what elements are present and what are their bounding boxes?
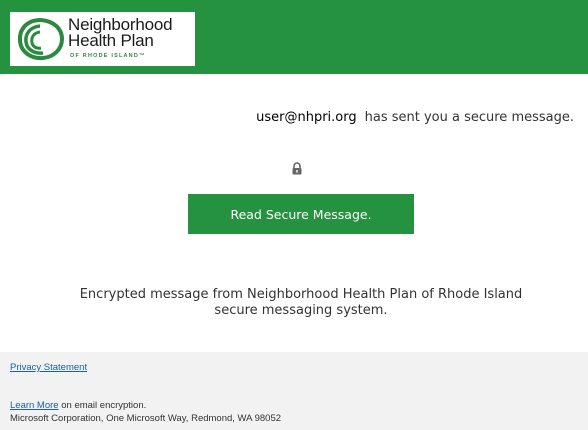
privacy-statement-link[interactable]: Privacy Statement bbox=[10, 362, 87, 373]
footer: Privacy Statement Learn More on email en… bbox=[0, 352, 588, 430]
read-secure-message-button[interactable]: Read Secure Message. bbox=[188, 194, 414, 234]
corporation-address: Microsoft Corporation, One Microsoft Way… bbox=[10, 413, 282, 424]
learn-more-line: Learn More on email encryption. bbox=[10, 400, 146, 411]
logo-name: Neighborhood Health Plan bbox=[68, 15, 173, 50]
sender-text: has sent you a secure message. bbox=[364, 110, 574, 125]
learn-more-text: on email encryption. bbox=[58, 400, 147, 411]
lock-icon bbox=[292, 162, 302, 175]
sender-line: user@nhpri.org has sent you a secure mess… bbox=[256, 110, 574, 125]
header-banner: Neighborhood Health Plan OF RHODE ISLAND… bbox=[0, 0, 588, 74]
learn-more-link[interactable]: Learn More bbox=[10, 400, 59, 411]
logo-subtitle: OF RHODE ISLAND™ bbox=[70, 53, 146, 59]
logo-swoosh-icon bbox=[17, 17, 65, 61]
sender-email: user@nhpri.org bbox=[256, 110, 357, 125]
encrypted-message-notice: Encrypted message from Neighborhood Heal… bbox=[79, 287, 523, 318]
logo: Neighborhood Health Plan OF RHODE ISLAND… bbox=[10, 12, 195, 66]
